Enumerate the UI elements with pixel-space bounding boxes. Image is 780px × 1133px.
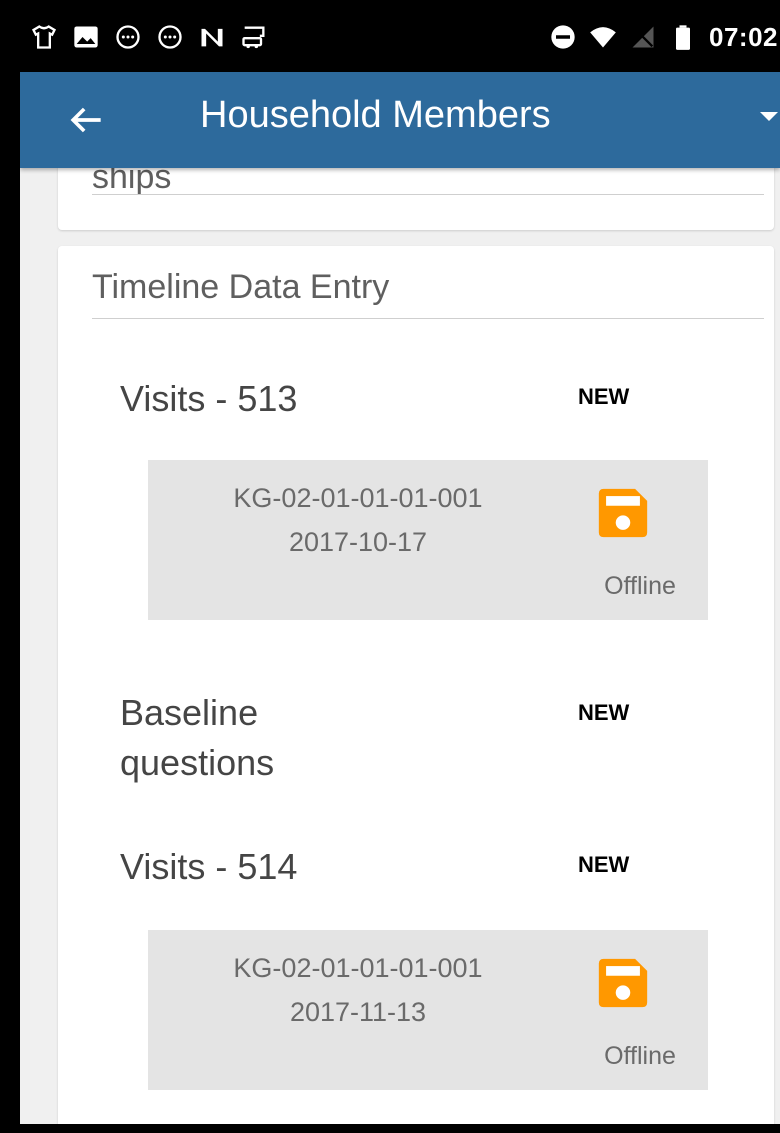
entry-title[interactable]: Baseline questions xyxy=(120,688,350,788)
chat-bubble-icon xyxy=(114,23,142,51)
status-bar-notifications xyxy=(30,20,268,54)
clock: 07:02 xyxy=(709,21,778,52)
app-bar: Household Members xyxy=(20,72,780,168)
record-status: Offline xyxy=(604,1042,676,1070)
status-bar: 07:02 xyxy=(20,0,780,72)
wifi-icon xyxy=(589,23,617,51)
entry-title-text: Baseline questions xyxy=(120,692,275,783)
record-id: KG-02-01-01-01-001 xyxy=(233,953,483,983)
chat-bubble-icon xyxy=(156,23,184,51)
dropdown-caret-icon[interactable] xyxy=(760,112,778,121)
record-item[interactable]: KG-02-01-01-01-001 2017-10-17 Offline xyxy=(148,460,708,620)
car-wash-icon xyxy=(240,23,268,51)
image-icon xyxy=(72,23,100,51)
app-screen: 07:02 ships Household Members Timeline D… xyxy=(20,0,780,1124)
save-floppy-icon xyxy=(594,484,652,542)
battery-icon xyxy=(669,23,697,51)
new-badge: NEW xyxy=(578,384,630,409)
record-status: Offline xyxy=(604,572,676,600)
timeline-card: Timeline Data Entry Visits - 513 NEW KG-… xyxy=(58,246,774,1124)
status-bar-system: 07:02 xyxy=(549,20,778,54)
n-logo-icon xyxy=(198,23,226,51)
record-item[interactable]: KG-02-01-01-01-001 2017-11-13 Offline xyxy=(148,930,708,1090)
divider xyxy=(92,318,764,319)
do-not-disturb-icon xyxy=(549,23,577,51)
section-title: Timeline Data Entry xyxy=(92,268,390,306)
no-signal-icon xyxy=(629,23,657,51)
record-date: 2017-11-13 xyxy=(289,997,427,1027)
back-arrow-icon[interactable] xyxy=(64,98,108,142)
divider xyxy=(92,194,764,195)
record-id: KG-02-01-01-01-001 xyxy=(233,483,483,513)
record-date: 2017-10-17 xyxy=(288,527,428,557)
new-badge: NEW xyxy=(578,700,630,725)
tshirt-icon xyxy=(30,23,58,51)
page-title: Household Members xyxy=(200,94,551,136)
new-badge: NEW xyxy=(578,852,630,877)
save-floppy-icon xyxy=(594,954,652,1012)
entry-title[interactable]: Visits - 513 xyxy=(120,374,297,424)
entry-title[interactable]: Visits - 514 xyxy=(120,842,297,892)
